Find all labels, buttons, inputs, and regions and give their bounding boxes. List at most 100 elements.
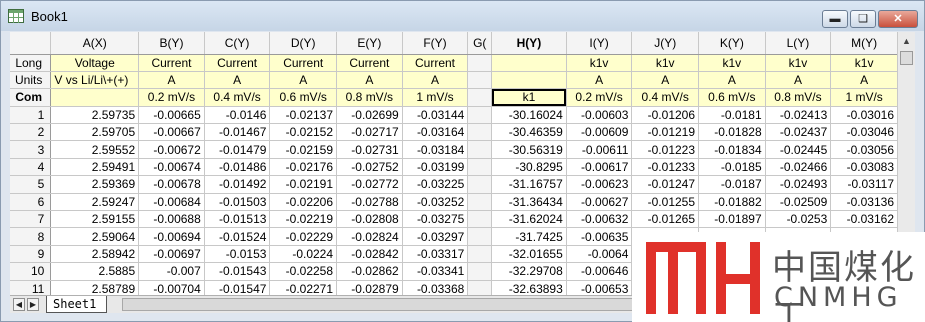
data-cell[interactable]: -0.01897 <box>698 210 766 229</box>
column-header[interactable]: E(Y) <box>336 32 403 55</box>
data-cell[interactable]: 2.59247 <box>50 193 140 212</box>
tab-sheet1[interactable]: Sheet1 <box>46 296 108 313</box>
data-cell[interactable] <box>467 193 493 212</box>
data-cell[interactable]: -0.00632 <box>566 210 633 229</box>
data-cell[interactable]: -0.01265 <box>631 210 700 229</box>
column-header[interactable]: I(Y) <box>566 32 633 55</box>
data-cell[interactable]: 2.59491 <box>50 158 140 177</box>
units-cell[interactable]: A <box>566 71 633 90</box>
com-cell[interactable]: 1 mV/s <box>830 88 898 107</box>
minimize-button[interactable]: ▬ <box>822 10 848 28</box>
com-cell[interactable] <box>467 88 493 107</box>
data-cell[interactable]: -0.00697 <box>138 245 205 264</box>
data-cell[interactable]: -0.03164 <box>402 123 469 142</box>
data-cell[interactable]: -0.03297 <box>402 227 469 246</box>
data-cell[interactable]: -0.02772 <box>336 175 403 194</box>
data-cell[interactable]: -0.01882 <box>698 193 766 212</box>
long-cell[interactable]: Current <box>269 54 338 72</box>
data-cell[interactable]: -0.02699 <box>336 106 403 125</box>
data-cell[interactable]: -32.63893 <box>491 280 567 295</box>
long-cell[interactable]: Current <box>402 54 469 72</box>
data-cell[interactable]: -0.02824 <box>336 227 403 246</box>
long-cell[interactable]: k1v <box>566 54 633 72</box>
close-button[interactable]: ✕ <box>878 10 918 28</box>
data-cell[interactable]: -0.02258 <box>269 262 338 281</box>
data-cell[interactable]: -0.02176 <box>269 158 338 177</box>
data-cell[interactable]: -0.0187 <box>698 175 766 194</box>
data-cell[interactable]: -0.02445 <box>765 140 832 159</box>
long-cell[interactable]: k1v <box>765 54 832 72</box>
units-cell[interactable]: A <box>269 71 338 90</box>
data-cell[interactable]: -0.01524 <box>204 227 271 246</box>
data-cell[interactable]: -0.00672 <box>138 140 205 159</box>
long-cell[interactable] <box>491 54 567 72</box>
data-cell[interactable]: -0.01834 <box>698 140 766 159</box>
com-cell[interactable]: 0.8 mV/s <box>336 88 403 107</box>
com-cell[interactable]: 0.6 mV/s <box>269 88 338 107</box>
title-bar[interactable]: Book1 ▬ ❑ ✕ <box>1 1 924 31</box>
data-cell[interactable]: -0.007 <box>138 262 205 281</box>
tab-scroll-left-icon[interactable]: ◀ <box>13 298 25 311</box>
long-cell[interactable]: Current <box>204 54 271 72</box>
com-cell[interactable]: 0.8 mV/s <box>765 88 832 107</box>
data-cell[interactable]: -0.02862 <box>336 262 403 281</box>
data-cell[interactable]: -0.00603 <box>566 106 633 125</box>
units-cell[interactable]: A <box>830 71 898 90</box>
data-cell[interactable]: 2.58789 <box>50 280 140 295</box>
data-cell[interactable]: -30.46359 <box>491 123 567 142</box>
data-cell[interactable]: -0.00653 <box>566 280 633 295</box>
data-cell[interactable]: -0.01547 <box>204 280 271 295</box>
data-cell[interactable]: -0.02229 <box>269 227 338 246</box>
data-cell[interactable]: -0.02788 <box>336 193 403 212</box>
data-cell[interactable]: -0.00611 <box>566 140 633 159</box>
data-cell[interactable] <box>467 123 493 142</box>
column-header[interactable]: B(Y) <box>138 32 205 55</box>
data-cell[interactable]: 2.59064 <box>50 227 140 246</box>
data-cell[interactable]: -0.03056 <box>830 140 898 159</box>
units-cell[interactable]: A <box>765 71 832 90</box>
data-cell[interactable]: -0.00704 <box>138 280 205 295</box>
long-cell[interactable]: Current <box>336 54 403 72</box>
com-cell[interactable]: 1 mV/s <box>402 88 469 107</box>
data-cell[interactable]: -0.03252 <box>402 193 469 212</box>
data-cell[interactable] <box>467 175 493 194</box>
data-cell[interactable]: -0.00617 <box>566 158 633 177</box>
units-cell[interactable] <box>491 71 567 90</box>
data-cell[interactable]: -0.02271 <box>269 280 338 295</box>
data-cell[interactable]: -0.01513 <box>204 210 271 229</box>
data-cell[interactable]: -0.02752 <box>336 158 403 177</box>
long-cell[interactable]: Voltage <box>50 54 140 72</box>
long-cell[interactable]: k1v <box>830 54 898 72</box>
data-cell[interactable]: 2.59369 <box>50 175 140 194</box>
data-cell[interactable]: -0.0253 <box>765 210 832 229</box>
data-cell[interactable]: -0.02437 <box>765 123 832 142</box>
data-cell[interactable]: -0.01492 <box>204 175 271 194</box>
data-cell[interactable] <box>467 140 493 159</box>
data-cell[interactable] <box>467 158 493 177</box>
data-cell[interactable]: -31.16757 <box>491 175 567 194</box>
data-cell[interactable]: -0.02717 <box>336 123 403 142</box>
data-cell[interactable]: -0.00646 <box>566 262 633 281</box>
com-cell[interactable]: 0.2 mV/s <box>566 88 633 107</box>
data-cell[interactable]: -0.01247 <box>631 175 700 194</box>
data-cell[interactable]: -0.00627 <box>566 193 633 212</box>
data-cell[interactable]: -0.01233 <box>631 158 700 177</box>
data-cell[interactable]: 2.59155 <box>50 210 140 229</box>
data-cell[interactable] <box>467 280 493 295</box>
data-cell[interactable]: -31.7425 <box>491 227 567 246</box>
restore-button[interactable]: ❑ <box>850 10 876 28</box>
data-cell[interactable]: -0.0224 <box>269 245 338 264</box>
column-header[interactable]: F(Y) <box>402 32 469 55</box>
data-cell[interactable]: -31.36434 <box>491 193 567 212</box>
data-cell[interactable] <box>467 245 493 264</box>
data-cell[interactable]: -0.03275 <box>402 210 469 229</box>
data-cell[interactable]: -0.03225 <box>402 175 469 194</box>
data-cell[interactable]: -0.03016 <box>830 106 898 125</box>
com-cell[interactable]: k1 <box>491 88 567 107</box>
data-cell[interactable] <box>467 210 493 229</box>
data-cell[interactable] <box>467 227 493 246</box>
data-cell[interactable]: -0.03046 <box>830 123 898 142</box>
data-cell[interactable]: 2.59552 <box>50 140 140 159</box>
scroll-thumb[interactable] <box>900 51 913 65</box>
data-cell[interactable]: -0.00674 <box>138 158 205 177</box>
